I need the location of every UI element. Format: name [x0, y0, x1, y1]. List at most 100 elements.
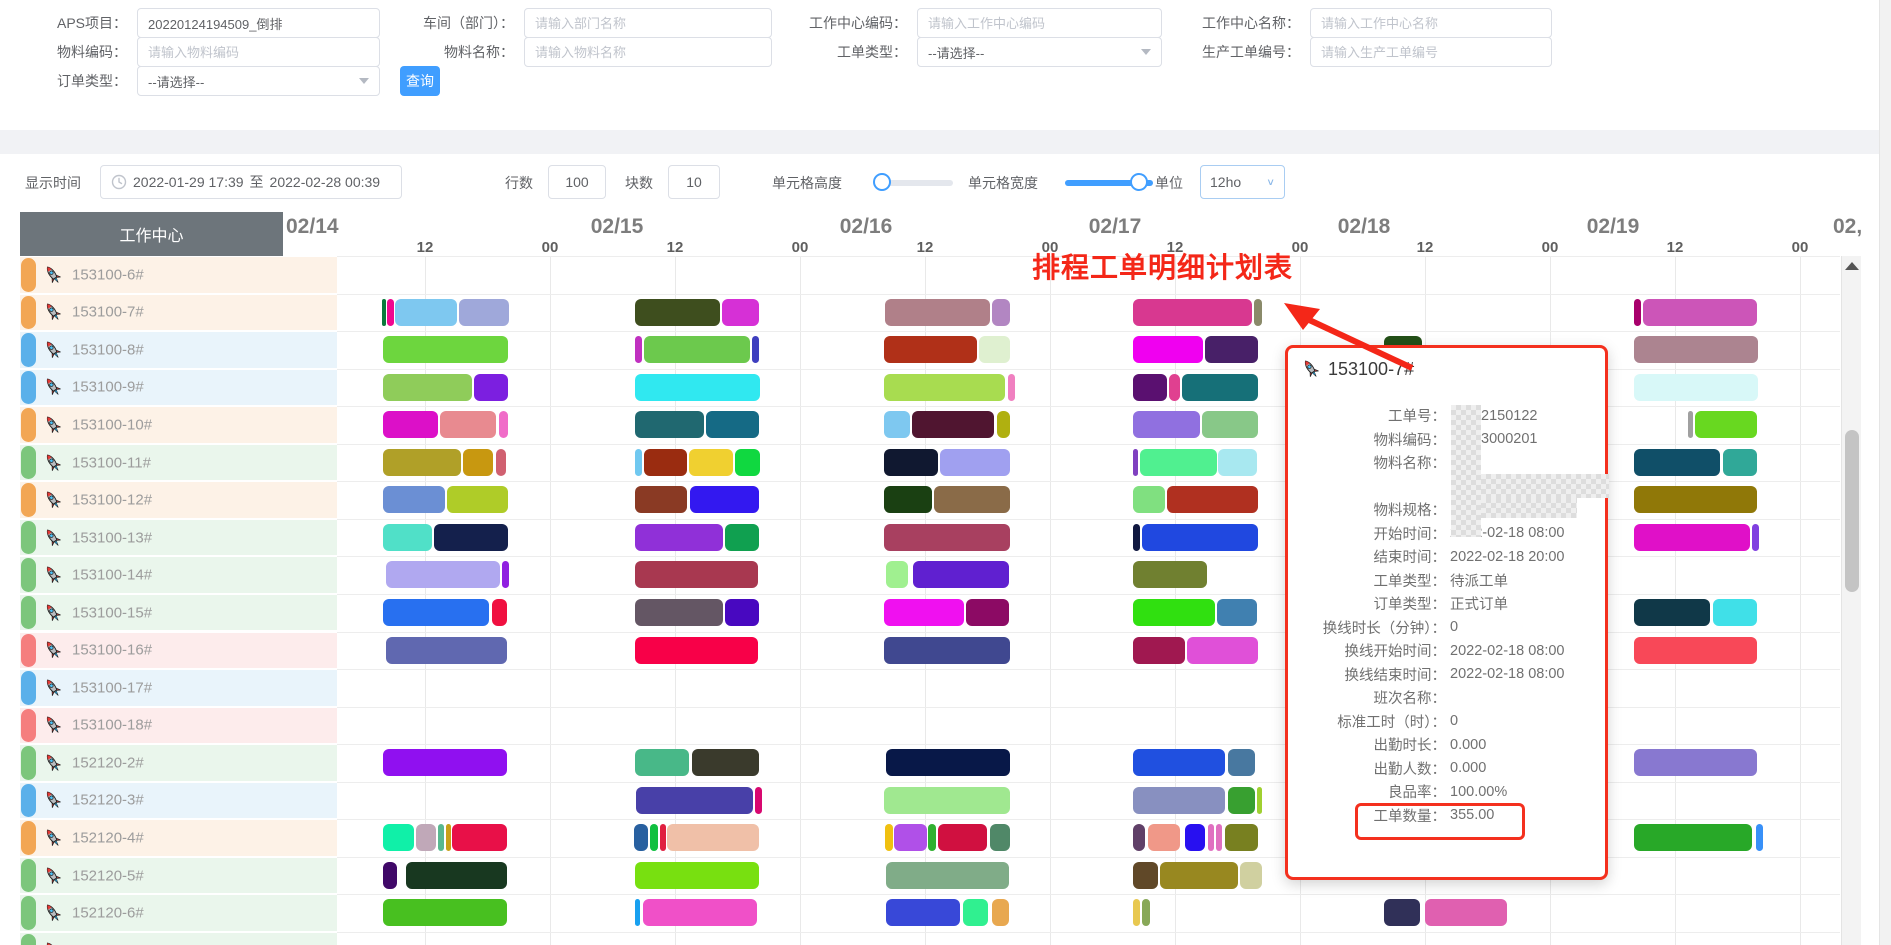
workorder-bar[interactable]: [1133, 336, 1203, 363]
workorder-bar[interactable]: [1634, 599, 1710, 626]
workorder-bar[interactable]: [934, 486, 1010, 513]
chart-vertical-scrollbar[interactable]: [1841, 256, 1861, 945]
workorder-bar[interactable]: [992, 299, 1010, 326]
workorder-bar[interactable]: [383, 862, 397, 889]
workorder-bar[interactable]: [386, 637, 507, 664]
workcenter-row[interactable]: 153100-9#: [20, 370, 337, 406]
workorder-bar[interactable]: [1202, 411, 1258, 438]
workorder-bar[interactable]: [1187, 637, 1258, 664]
workorder-bar[interactable]: [635, 899, 640, 926]
workorder-bar[interactable]: [499, 411, 508, 438]
workorder-bar[interactable]: [1257, 787, 1262, 814]
material-name-input[interactable]: [524, 37, 772, 67]
workcenter-row[interactable]: 153100-15#: [20, 595, 337, 631]
workorder-bar[interactable]: [1695, 411, 1757, 438]
cell-width-slider[interactable]: [1065, 180, 1153, 186]
workorder-bar[interactable]: [416, 824, 436, 851]
workorder-bar[interactable]: [1133, 599, 1215, 626]
workorder-bar[interactable]: [1634, 824, 1752, 851]
workorder-bar[interactable]: [1756, 824, 1763, 851]
workorder-bar[interactable]: [938, 824, 987, 851]
workorder-bar[interactable]: [446, 824, 451, 851]
workorder-bar[interactable]: [636, 787, 753, 814]
cell-height-slider-handle[interactable]: [873, 173, 891, 191]
workorder-bar[interactable]: [644, 336, 750, 363]
workorder-bar[interactable]: [1634, 749, 1757, 776]
workcenter-row[interactable]: 153100-6#: [20, 257, 337, 293]
workorder-bar[interactable]: [440, 411, 496, 438]
workorder-bar[interactable]: [735, 449, 760, 476]
workorder-bar[interactable]: [1217, 599, 1257, 626]
order-type-select[interactable]: --请选择--: [137, 66, 380, 96]
workorder-bar[interactable]: [1688, 411, 1693, 438]
workorder-bar[interactable]: [459, 299, 509, 326]
workorder-bar[interactable]: [635, 749, 689, 776]
workorder-bar[interactable]: [1752, 524, 1759, 551]
workorder-bar[interactable]: [474, 374, 508, 401]
workorder-bar[interactable]: [650, 824, 658, 851]
workorder-bar[interactable]: [635, 299, 720, 326]
aps-project-input[interactable]: [137, 8, 380, 38]
workorder-bar[interactable]: [1133, 299, 1252, 326]
workorder-bar[interactable]: [383, 486, 445, 513]
workorder-bar[interactable]: [1133, 374, 1167, 401]
workorder-bar[interactable]: [643, 899, 757, 926]
workcenter-row[interactable]: 153100-8#: [20, 332, 337, 368]
workorder-bar[interactable]: [884, 411, 910, 438]
workorder-bar[interactable]: [383, 411, 438, 438]
workorder-bar[interactable]: [386, 561, 500, 588]
workcenter-row[interactable]: 153100-17#: [20, 670, 337, 706]
workorder-bar[interactable]: [502, 561, 509, 588]
workorder-bar[interactable]: [884, 787, 1010, 814]
workorder-bar[interactable]: [463, 449, 493, 476]
workorder-bar[interactable]: [383, 599, 489, 626]
workorder-bar[interactable]: [1634, 374, 1758, 401]
workorder-bar[interactable]: [383, 336, 508, 363]
workorder-bar[interactable]: [438, 824, 444, 851]
date-range-picker[interactable]: 2022-01-29 17:39 至 2022-02-28 00:39: [100, 165, 402, 199]
workcenter-row[interactable]: 153100-11#: [20, 445, 337, 481]
workorder-bar[interactable]: [496, 449, 506, 476]
workorder-bar[interactable]: [1133, 449, 1138, 476]
workorder-bar[interactable]: [1169, 374, 1180, 401]
workorder-bar[interactable]: [660, 824, 666, 851]
workorder-bar[interactable]: [635, 524, 723, 551]
workcenter-row[interactable]: 153100-10#: [20, 407, 337, 443]
workorder-bar[interactable]: [885, 299, 990, 326]
workorder-bar[interactable]: [886, 899, 960, 926]
cell-height-slider[interactable]: [875, 180, 953, 186]
workorder-bar[interactable]: [963, 899, 988, 926]
workorder-bar[interactable]: [1008, 374, 1015, 401]
workcenter-row[interactable]: 153100-13#: [20, 520, 337, 556]
cell-width-slider-handle[interactable]: [1130, 173, 1148, 191]
workorder-bar[interactable]: [886, 561, 908, 588]
workorder-bar[interactable]: [452, 824, 507, 851]
workorder-bar[interactable]: [635, 561, 758, 588]
workorder-bar[interactable]: [1133, 824, 1145, 851]
workorder-bar[interactable]: [635, 449, 642, 476]
workorder-bar[interactable]: [966, 599, 1009, 626]
workorder-bar[interactable]: [406, 862, 507, 889]
workcenter-row[interactable]: 152120-5#: [20, 858, 337, 894]
workorder-bar[interactable]: [885, 824, 893, 851]
workorder-bar[interactable]: [434, 524, 508, 551]
workorder-bar[interactable]: [634, 824, 648, 851]
workorder-bar[interactable]: [725, 599, 759, 626]
workorder-bar[interactable]: [1148, 824, 1180, 851]
workorder-bar[interactable]: [886, 862, 1009, 889]
department-input[interactable]: [524, 8, 772, 38]
workorder-bar[interactable]: [1133, 862, 1158, 889]
workorder-bar[interactable]: [635, 862, 759, 889]
workorder-bar[interactable]: [1133, 749, 1225, 776]
workorder-bar[interactable]: [940, 449, 1010, 476]
workorder-bar[interactable]: [992, 899, 1009, 926]
workorder-bar[interactable]: [1205, 336, 1258, 363]
workorder-bar[interactable]: [447, 486, 508, 513]
rows-count-input[interactable]: 100: [548, 165, 606, 199]
workorder-bar[interactable]: [492, 599, 507, 626]
workcenter-row[interactable]: 153100-14#: [20, 557, 337, 593]
workorder-bar[interactable]: [383, 449, 461, 476]
workorder-bar[interactable]: [706, 411, 759, 438]
workorder-bar[interactable]: [1643, 299, 1757, 326]
workcenter-code-input[interactable]: [917, 8, 1162, 38]
